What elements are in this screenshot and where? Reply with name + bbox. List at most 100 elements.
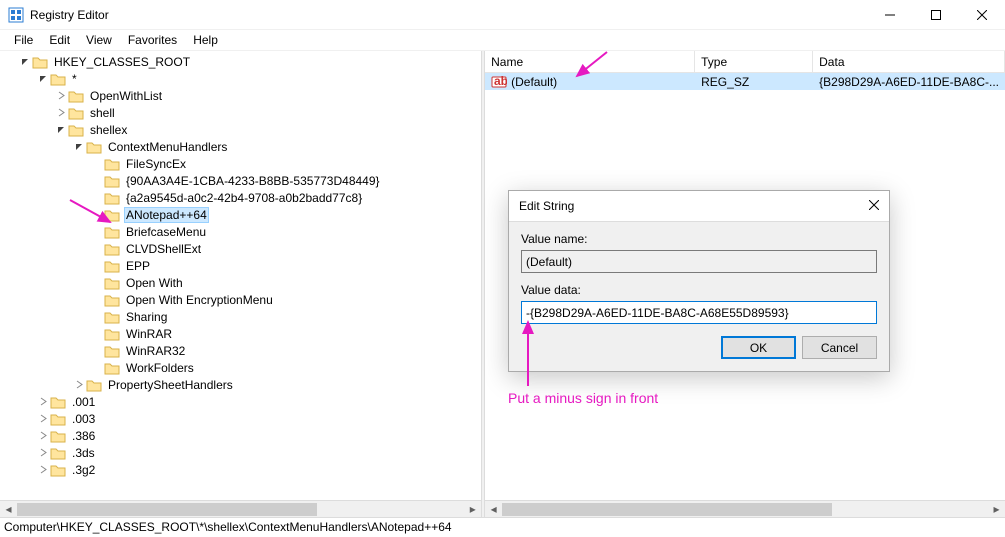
ok-button[interactable]: OK — [721, 336, 796, 359]
folder-icon — [104, 326, 120, 342]
folder-icon — [104, 360, 120, 376]
chevron-right-icon[interactable] — [36, 448, 50, 457]
window-title: Registry Editor — [30, 8, 997, 22]
folder-icon — [32, 54, 48, 70]
close-button[interactable] — [959, 0, 1005, 30]
folder-icon — [104, 292, 120, 308]
tree-node[interactable]: shell — [0, 104, 481, 121]
menu-help[interactable]: Help — [185, 31, 226, 49]
chevron-right-icon[interactable] — [54, 91, 68, 100]
tree-node[interactable]: .3ds — [0, 444, 481, 461]
tree-label: Sharing — [124, 310, 169, 324]
menu-favorites[interactable]: Favorites — [120, 31, 185, 49]
list-row-default[interactable]: ab (Default) REG_SZ {B298D29A-A6ED-11DE-… — [485, 73, 1005, 90]
tree-node[interactable]: {a2a9545d-a0c2-42b4-9708-a0b2badd77c8} — [0, 189, 481, 206]
maximize-button[interactable] — [913, 0, 959, 30]
column-type[interactable]: Type — [695, 51, 813, 72]
tree-node[interactable]: PropertySheetHandlers — [0, 376, 481, 393]
scroll-left-arrow[interactable]: ◂ — [0, 501, 17, 518]
tree-label: Open With — [124, 276, 185, 290]
tree-node-root[interactable]: HKEY_CLASSES_ROOT — [0, 53, 481, 70]
scroll-right-arrow[interactable]: ▸ — [988, 501, 1005, 518]
tree-node[interactable]: {90AA3A4E-1CBA-4233-B8BB-535773D48449} — [0, 172, 481, 189]
scroll-right-arrow[interactable]: ▸ — [464, 501, 481, 518]
tree-node[interactable]: ANotepad++64 — [0, 206, 481, 223]
tree-node[interactable]: OpenWithList — [0, 87, 481, 104]
tree-node-ctxmenu[interactable]: ContextMenuHandlers — [0, 138, 481, 155]
tree-label: WinRAR32 — [124, 344, 187, 358]
tree-label: shellex — [88, 123, 129, 137]
folder-icon — [104, 207, 120, 223]
menubar: File Edit View Favorites Help — [0, 30, 1005, 50]
tree-node[interactable]: WorkFolders — [0, 359, 481, 376]
chevron-down-icon[interactable] — [72, 142, 86, 151]
cancel-button[interactable]: Cancel — [802, 336, 877, 359]
folder-icon — [50, 445, 66, 461]
window-controls — [867, 0, 1005, 30]
chevron-down-icon[interactable] — [54, 125, 68, 134]
horizontal-scrollbar[interactable]: ◂ ▸ — [485, 500, 1005, 517]
tree-label: WinRAR — [124, 327, 174, 341]
value-data-label: Value data: — [521, 283, 877, 297]
folder-icon — [50, 428, 66, 444]
edit-string-dialog: Edit String Value name: Value data: OK C… — [508, 190, 890, 372]
folder-icon — [68, 105, 84, 121]
dialog-close-button[interactable] — [869, 199, 879, 213]
menu-view[interactable]: View — [78, 31, 120, 49]
tree-node-shellex[interactable]: shellex — [0, 121, 481, 138]
annotation-text: Put a minus sign in front — [508, 390, 658, 406]
scroll-left-arrow[interactable]: ◂ — [485, 501, 502, 518]
chevron-down-icon[interactable] — [18, 57, 32, 66]
tree-label: shell — [88, 106, 117, 120]
chevron-right-icon[interactable] — [36, 414, 50, 423]
folder-icon — [104, 173, 120, 189]
tree-node[interactable]: .001 — [0, 393, 481, 410]
tree-label: HKEY_CLASSES_ROOT — [52, 55, 192, 69]
string-value-icon: ab — [491, 74, 507, 90]
chevron-right-icon[interactable] — [72, 380, 86, 389]
tree-node[interactable]: CLVDShellExt — [0, 240, 481, 257]
chevron-right-icon[interactable] — [54, 108, 68, 117]
chevron-right-icon[interactable] — [36, 431, 50, 440]
tree-node-star[interactable]: * — [0, 70, 481, 87]
chevron-right-icon[interactable] — [36, 465, 50, 474]
tree-view[interactable]: HKEY_CLASSES_ROOT * OpenWithList shell — [0, 51, 481, 500]
column-data[interactable]: Data — [813, 51, 1005, 72]
minimize-button[interactable] — [867, 0, 913, 30]
value-data-field[interactable] — [521, 301, 877, 324]
tree-node[interactable]: Open With EncryptionMenu — [0, 291, 481, 308]
tree-label: Open With EncryptionMenu — [124, 293, 275, 307]
tree-node[interactable]: FileSyncEx — [0, 155, 481, 172]
dialog-title: Edit String — [519, 199, 574, 213]
folder-icon — [50, 71, 66, 87]
horizontal-scrollbar[interactable]: ◂ ▸ — [0, 500, 481, 517]
chevron-right-icon[interactable] — [36, 397, 50, 406]
menu-edit[interactable]: Edit — [41, 31, 78, 49]
tree-node[interactable]: BriefcaseMenu — [0, 223, 481, 240]
tree-label: .001 — [70, 395, 97, 409]
tree-label: CLVDShellExt — [124, 242, 203, 256]
tree-label: EPP — [124, 259, 152, 273]
app-icon — [8, 7, 24, 23]
tree-node[interactable]: Sharing — [0, 308, 481, 325]
dialog-titlebar[interactable]: Edit String — [509, 191, 889, 221]
tree-node[interactable]: .3g2 — [0, 461, 481, 478]
value-name-field[interactable] — [521, 250, 877, 273]
menu-file[interactable]: File — [6, 31, 41, 49]
tree-label: OpenWithList — [88, 89, 164, 103]
folder-icon — [50, 462, 66, 478]
tree-node[interactable]: WinRAR — [0, 325, 481, 342]
folder-icon — [104, 309, 120, 325]
tree-node[interactable]: Open With — [0, 274, 481, 291]
svg-text:ab: ab — [494, 74, 507, 88]
tree-label: * — [70, 72, 79, 86]
tree-node[interactable]: EPP — [0, 257, 481, 274]
column-name[interactable]: Name — [485, 51, 695, 72]
status-bar: Computer\HKEY_CLASSES_ROOT\*\shellex\Con… — [0, 517, 1005, 537]
tree-node[interactable]: .386 — [0, 427, 481, 444]
chevron-down-icon[interactable] — [36, 74, 50, 83]
tree-node[interactable]: WinRAR32 — [0, 342, 481, 359]
tree-node[interactable]: .003 — [0, 410, 481, 427]
tree-label: .003 — [70, 412, 97, 426]
folder-icon — [104, 156, 120, 172]
